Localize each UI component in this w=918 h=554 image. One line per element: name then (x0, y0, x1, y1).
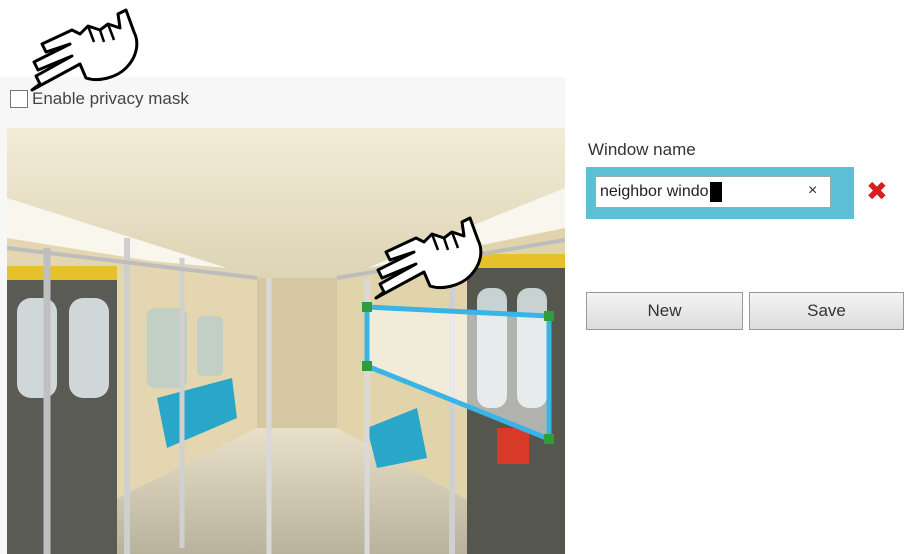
new-button[interactable]: New (586, 292, 743, 330)
window-name-label: Window name (588, 140, 696, 159)
window-name-value: neighbor windo (600, 183, 709, 200)
enable-privacy-mask-label: Enable privacy mask (32, 89, 189, 108)
pointing-hand-icon (28, 6, 143, 96)
clear-icon[interactable]: × (808, 182, 817, 200)
camera-view[interactable] (7, 128, 565, 554)
enable-privacy-mask-checkbox[interactable] (10, 90, 28, 108)
save-button[interactable]: Save (749, 292, 904, 330)
pointing-hand-icon (372, 212, 490, 304)
window-name-input[interactable]: neighbor windo (595, 176, 831, 208)
text-cursor (709, 182, 722, 202)
delete-icon[interactable]: ✖ (866, 178, 888, 204)
